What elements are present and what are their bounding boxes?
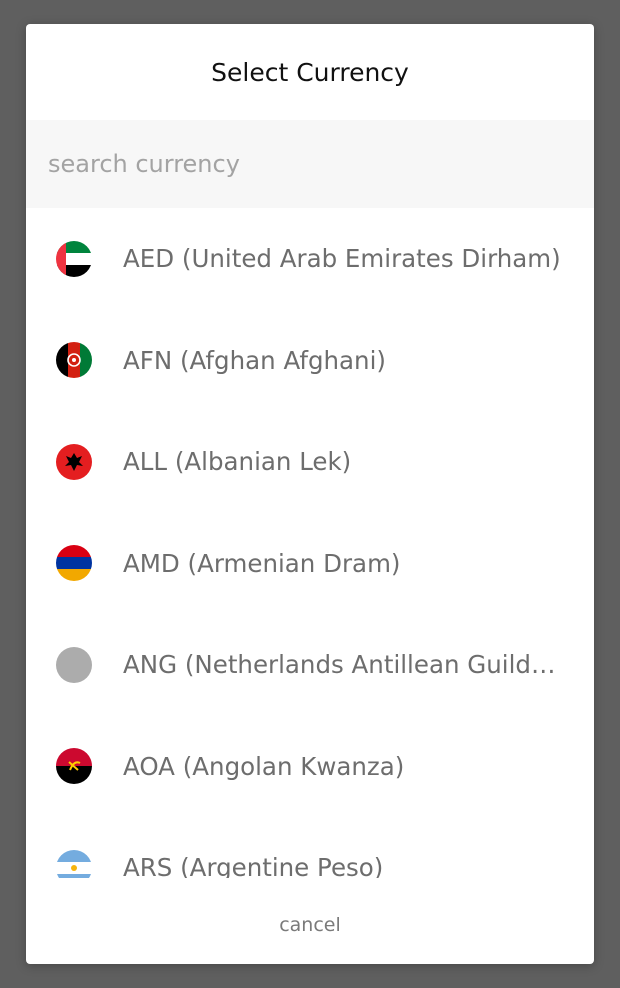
currency-label: AOA (Angolan Kwanza) bbox=[123, 751, 405, 781]
placeholder-flag-icon bbox=[56, 646, 92, 683]
currency-item-afn[interactable]: AFN (Afghan Afghani) bbox=[26, 310, 594, 412]
search-box bbox=[26, 120, 594, 208]
currency-item-all[interactable]: ALL (Albanian Lek) bbox=[26, 411, 594, 513]
currency-list[interactable]: AED (United Arab Emirates Dirham) AFN (A… bbox=[26, 208, 594, 878]
albania-flag-icon bbox=[56, 443, 92, 480]
currency-select-modal: Select Currency AED (United Arab Emirate… bbox=[26, 24, 594, 964]
currency-label: AED (United Arab Emirates Dirham) bbox=[123, 244, 561, 274]
angola-flag-icon bbox=[56, 748, 92, 785]
cancel-button[interactable]: cancel bbox=[26, 914, 594, 936]
currency-item-aed[interactable]: AED (United Arab Emirates Dirham) bbox=[26, 208, 594, 310]
currency-item-ang[interactable]: ANG (Netherlands Antillean Guilder) bbox=[26, 614, 594, 716]
currency-label: AFN (Afghan Afghani) bbox=[123, 345, 386, 375]
currency-item-aoa[interactable]: AOA (Angolan Kwanza) bbox=[26, 716, 594, 818]
currency-item-ars[interactable]: ARS (Argentine Peso) bbox=[26, 817, 594, 878]
afghanistan-flag-icon bbox=[56, 342, 92, 379]
uae-flag-icon bbox=[56, 240, 92, 277]
modal-title: Select Currency bbox=[211, 57, 409, 87]
argentina-flag-icon bbox=[56, 849, 92, 878]
currency-label: ALL (Albanian Lek) bbox=[123, 447, 352, 477]
currency-item-amd[interactable]: AMD (Armenian Dram) bbox=[26, 513, 594, 615]
armenia-flag-icon bbox=[56, 545, 92, 582]
search-currency-input[interactable] bbox=[48, 150, 594, 178]
currency-label: AMD (Armenian Dram) bbox=[123, 548, 401, 578]
currency-label: ANG (Netherlands Antillean Guilder) bbox=[123, 650, 563, 680]
currency-label: ARS (Argentine Peso) bbox=[123, 853, 384, 878]
